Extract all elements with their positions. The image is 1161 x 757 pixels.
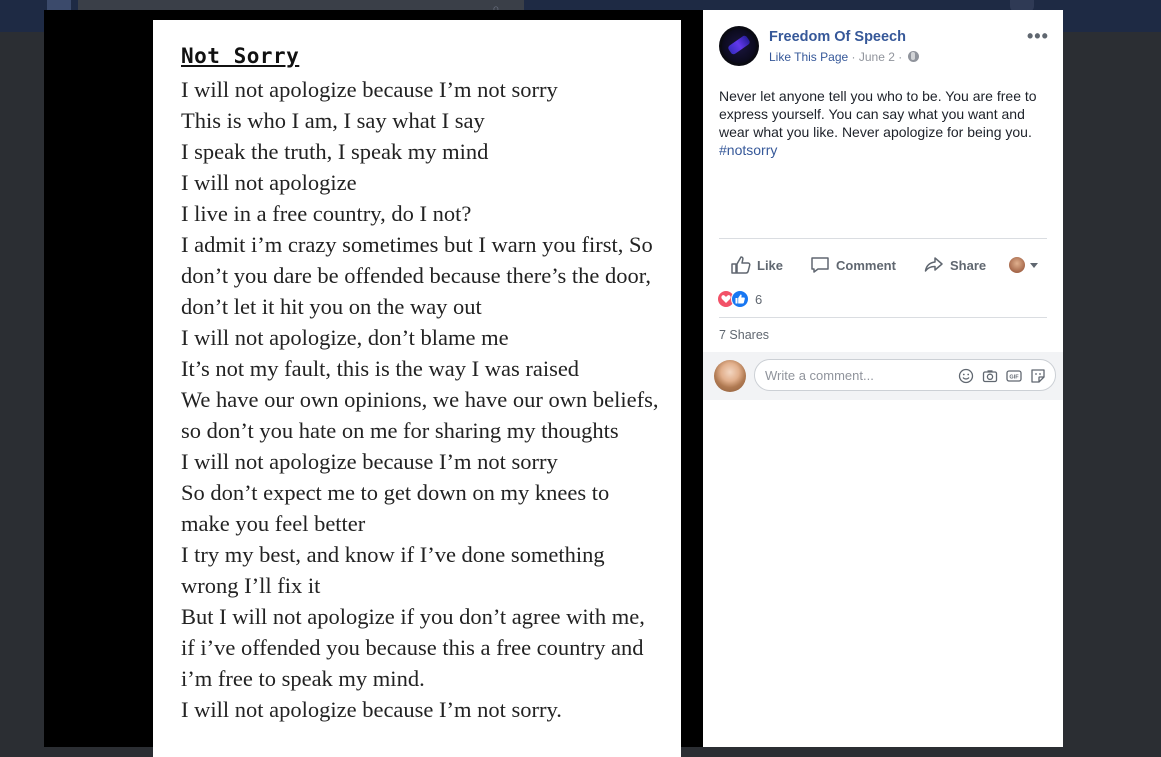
poem-line: I admit i’m crazy sometimes but I warn y… bbox=[181, 232, 653, 257]
gif-icon[interactable]: GIF bbox=[1006, 368, 1022, 384]
emoji-icon[interactable] bbox=[958, 368, 974, 384]
comment-icon bbox=[811, 257, 829, 273]
poem-line: I will not apologize because I’m not sor… bbox=[181, 697, 562, 722]
share-button[interactable]: Share bbox=[924, 248, 986, 282]
post-text: Never let anyone tell you who to be. You… bbox=[719, 87, 1054, 159]
post-photo[interactable]: Not Sorry I will not apologize because I… bbox=[153, 20, 681, 757]
poem-line: This is who I am, I say what I say bbox=[181, 108, 485, 133]
poem-title: Not Sorry bbox=[181, 44, 300, 68]
like-reaction-icon bbox=[731, 290, 749, 308]
poem-line: make you feel better bbox=[181, 511, 366, 536]
reactions-summary[interactable]: 6 bbox=[717, 290, 762, 308]
poem-line: I will not apologize, don’t blame me bbox=[181, 325, 509, 350]
share-label: Share bbox=[950, 257, 987, 273]
user-mini-avatar bbox=[1009, 257, 1025, 273]
hashtag-link[interactable]: #notsorry bbox=[719, 142, 777, 158]
page-avatar[interactable] bbox=[719, 26, 759, 66]
camera-icon[interactable] bbox=[982, 368, 998, 384]
poem-line: I will not apologize bbox=[181, 170, 357, 195]
like-page-link[interactable]: Like This Page bbox=[769, 50, 848, 64]
ellipsis-icon[interactable]: ••• bbox=[1027, 26, 1049, 47]
shares-count-link[interactable]: 7 Shares bbox=[719, 328, 769, 342]
poem-line: don’t you dare be offended because there… bbox=[181, 263, 651, 288]
poem-line: wrong I’ll fix it bbox=[181, 573, 321, 598]
chevron-down-icon bbox=[1030, 262, 1038, 268]
poem-line: i’m free to speak my mind. bbox=[181, 666, 425, 691]
post-date[interactable]: June 2 bbox=[859, 50, 895, 64]
poem-line: don’t let it hit you on the way out bbox=[181, 294, 482, 319]
poem-line: if i’ve offended you because this a free… bbox=[181, 635, 644, 660]
poem-line: I try my best, and know if I’ve done som… bbox=[181, 542, 605, 567]
poem-line: I live in a free country, do I not? bbox=[181, 201, 472, 226]
poem-text: I will not apologize because I’m not sor… bbox=[181, 74, 658, 725]
poem-line: I will not apologize because I’m not sor… bbox=[181, 77, 558, 102]
comment-composer: Write a comment... GIF bbox=[703, 352, 1063, 400]
comment-button[interactable]: Comment bbox=[810, 248, 896, 282]
poem-line: It’s not my fault, this is the way I was… bbox=[181, 356, 580, 381]
reaction-count: 6 bbox=[755, 291, 763, 307]
post-body: Never let anyone tell you who to be. You… bbox=[719, 88, 1037, 140]
like-button[interactable]: Like bbox=[731, 248, 783, 282]
post-meta: Like This Page · June 2 · bbox=[769, 50, 919, 64]
comment-input[interactable]: Write a comment... GIF bbox=[754, 359, 1056, 391]
sticker-icon[interactable] bbox=[1030, 368, 1046, 384]
globe-icon[interactable] bbox=[907, 51, 919, 62]
poem-line: I speak the truth, I speak my mind bbox=[181, 139, 489, 164]
meta-separator-2: · bbox=[898, 50, 903, 64]
poem-line: so don’t you hate on me for sharing my t… bbox=[181, 418, 619, 443]
poem-line: But I will not apologize if you don’t ag… bbox=[181, 604, 645, 629]
divider bbox=[719, 238, 1047, 239]
meta-separator: · bbox=[851, 50, 856, 64]
poem-line: I will not apologize because I’m not sor… bbox=[181, 449, 558, 474]
svg-text:GIF: GIF bbox=[1009, 375, 1019, 381]
share-icon bbox=[924, 257, 943, 272]
divider bbox=[719, 317, 1047, 318]
poem-line: So don’t expect me to get down on my kne… bbox=[181, 480, 610, 505]
page-name-link[interactable]: Freedom Of Speech bbox=[769, 29, 906, 45]
comment-label: Comment bbox=[836, 257, 896, 273]
like-label: Like bbox=[757, 257, 784, 273]
thumbs-up-icon bbox=[731, 256, 751, 274]
post-actions: Like Comment Share bbox=[719, 248, 1047, 282]
post-side-panel: Freedom Of Speech Like This Page · June … bbox=[703, 10, 1063, 747]
current-user-avatar[interactable] bbox=[714, 360, 746, 392]
poem-line: We have our own opinions, we have our ow… bbox=[181, 387, 659, 412]
comment-placeholder: Write a comment... bbox=[765, 368, 874, 383]
audience-selector[interactable] bbox=[1009, 248, 1038, 282]
photo-stage: Not Sorry I will not apologize because I… bbox=[44, 10, 703, 757]
